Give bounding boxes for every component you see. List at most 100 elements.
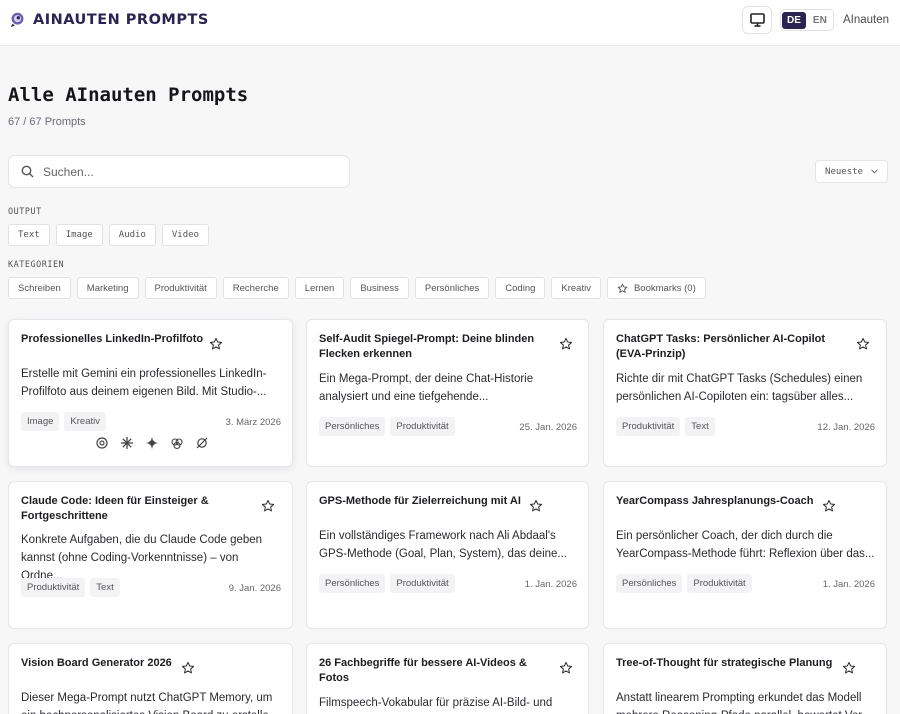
filter-output-video[interactable]: Video xyxy=(161,224,209,246)
prompt-card[interactable]: Claude Code: Ideen für Einsteiger & Fort… xyxy=(8,481,293,629)
filter-output-text[interactable]: Text xyxy=(8,224,50,246)
search-input[interactable] xyxy=(43,164,323,179)
card-description: Dieser Mega-Prompt nutzt ChatGPT Memory,… xyxy=(21,692,278,714)
top-bar: AINAUTEN PROMPTS DE EN AInauten xyxy=(0,0,900,46)
sort-label: Neueste xyxy=(825,166,863,177)
card-tag: Text xyxy=(90,578,120,597)
language-switch: DE EN xyxy=(780,9,834,31)
brand-title: AINAUTEN PROMPTS xyxy=(33,11,209,28)
card-description: Filmspeech-Vokabular für präzise AI-Bild… xyxy=(319,697,553,709)
card-title: Vision Board Generator 2026 xyxy=(21,657,172,669)
model-icons xyxy=(95,436,209,450)
filter-output-audio[interactable]: Audio xyxy=(108,224,156,246)
card-title: 26 Fachbegriffe für bessere AI-Videos & … xyxy=(319,657,527,684)
bookmark-star-icon[interactable] xyxy=(822,499,836,513)
sort-dropdown[interactable]: Neueste xyxy=(815,160,888,183)
card-title: Self-Audit Spiegel-Prompt: Deine blinden… xyxy=(319,333,535,360)
card-tag: Persönliches xyxy=(616,574,683,593)
card-title: ChatGPT Tasks: Persönlicher AI-Copilot (… xyxy=(616,333,826,360)
page-title: Alle AInauten Prompts xyxy=(8,84,249,106)
categories-label: KATEGORIEN xyxy=(8,260,65,270)
category-filter-row: Schreiben Marketing Produktivität Recher… xyxy=(8,277,706,299)
bookmark-star-icon[interactable] xyxy=(856,337,870,351)
prompt-card[interactable]: Professionelles LinkedIn-Profilfoto Erst… xyxy=(8,319,293,467)
card-tag: Produktivität xyxy=(21,578,86,597)
openai-icon xyxy=(95,436,109,450)
card-date: 12. Jan. 2026 xyxy=(817,422,875,433)
card-tag: Produktivität xyxy=(687,574,752,593)
card-tags: Produktivität Text xyxy=(21,578,120,597)
gemini-icon xyxy=(145,436,159,450)
card-tags: Persönliches Produktivität xyxy=(319,574,455,593)
card-description: Ein persönlicher Coach, der dich durch d… xyxy=(616,530,875,560)
filter-category-recherche[interactable]: Recherche xyxy=(222,277,289,299)
card-date: 3. März 2026 xyxy=(225,417,281,428)
bookmark-star-icon[interactable] xyxy=(529,499,543,513)
filter-category-lernen[interactable]: Lernen xyxy=(294,277,345,299)
bookmark-star-icon[interactable] xyxy=(209,337,223,351)
monitor-icon xyxy=(749,13,765,27)
brand-link[interactable]: AINAUTEN PROMPTS xyxy=(9,11,209,28)
chevron-down-icon xyxy=(871,169,878,174)
card-tag: Text xyxy=(685,417,715,436)
bookmarks-label: Bookmarks (0) xyxy=(633,282,696,294)
perplexity-icon xyxy=(170,436,184,450)
prompt-card[interactable]: ChatGPT Tasks: Persönlicher AI-Copilot (… xyxy=(603,319,887,467)
card-tag: Persönliches xyxy=(319,417,386,436)
card-description: Ein vollständiges Framework nach Ali Abd… xyxy=(319,530,568,560)
card-description: Erstelle mit Gemini ein professionelles … xyxy=(21,368,267,398)
bookmark-star-icon[interactable] xyxy=(559,661,573,675)
filter-category-persoenliches[interactable]: Persönliches xyxy=(414,277,490,299)
logo-icon xyxy=(10,12,24,28)
card-title: Tree-of-Thought für strategische Planung xyxy=(616,657,833,669)
card-date: 1. Jan. 2026 xyxy=(524,579,577,590)
card-description: Anstatt linearem Prompting erkundet das … xyxy=(616,692,871,714)
search-box xyxy=(8,155,350,188)
prompt-card[interactable]: Tree-of-Thought für strategische Planung… xyxy=(603,643,887,714)
card-tag: Image xyxy=(21,412,60,431)
card-title: YearCompass Jahresplanungs-Coach xyxy=(616,495,814,507)
card-tag: Kreativ xyxy=(64,412,106,431)
card-tags: Produktivität Text xyxy=(616,417,715,436)
card-title: GPS-Methode für Zielerreichung mit AI xyxy=(319,495,521,507)
card-date: 9. Jan. 2026 xyxy=(228,583,281,594)
card-tag: Produktivität xyxy=(616,417,681,436)
card-date: 1. Jan. 2026 xyxy=(822,579,875,590)
filter-category-coding[interactable]: Coding xyxy=(495,277,546,299)
prompt-card[interactable]: Self-Audit Spiegel-Prompt: Deine blinden… xyxy=(306,319,589,467)
filter-category-business[interactable]: Business xyxy=(350,277,409,299)
prompt-count: 67 / 67 Prompts xyxy=(8,116,86,128)
prompt-card[interactable]: GPS-Methode für Zielerreichung mit AI Ei… xyxy=(306,481,589,629)
user-menu[interactable]: AInauten xyxy=(843,14,889,26)
output-filter-row: Text Image Audio Video xyxy=(8,224,209,246)
filter-category-kreativ[interactable]: Kreativ xyxy=(551,277,601,299)
display-mode-button[interactable] xyxy=(742,6,772,34)
bookmark-star-icon[interactable] xyxy=(559,337,573,351)
search-icon xyxy=(21,165,34,178)
card-description: Konkrete Aufgaben, die du Claude Code ge… xyxy=(21,534,263,582)
card-description: Richte dir mit ChatGPT Tasks (Schedules)… xyxy=(616,373,863,403)
card-tag: Persönliches xyxy=(319,574,386,593)
prompt-card[interactable]: 26 Fachbegriffe für bessere AI-Videos & … xyxy=(306,643,589,714)
bookmark-star-icon[interactable] xyxy=(842,661,856,675)
lang-de-button[interactable]: DE xyxy=(782,11,806,29)
output-label: OUTPUT xyxy=(8,207,42,217)
filter-bookmarks[interactable]: Bookmarks (0) xyxy=(606,277,706,299)
card-tags: Persönliches Produktivität xyxy=(319,417,455,436)
bookmark-star-icon[interactable] xyxy=(181,661,195,675)
bookmark-star-icon[interactable] xyxy=(261,499,275,513)
card-tag: Produktivität xyxy=(390,574,455,593)
filter-category-schreiben[interactable]: Schreiben xyxy=(8,277,71,299)
filter-category-produktivitaet[interactable]: Produktivität xyxy=(144,277,217,299)
prompt-card[interactable]: Vision Board Generator 2026 Dieser Mega-… xyxy=(8,643,293,714)
grok-icon xyxy=(195,436,209,450)
card-date: 25. Jan. 2026 xyxy=(519,422,577,433)
filter-category-marketing[interactable]: Marketing xyxy=(76,277,139,299)
lang-en-button[interactable]: EN xyxy=(808,12,832,29)
card-title: Claude Code: Ideen für Einsteiger & Fort… xyxy=(21,495,209,522)
star-icon xyxy=(617,283,628,293)
card-tag: Produktivität xyxy=(390,417,455,436)
card-tags: Persönliches Produktivität xyxy=(616,574,752,593)
filter-output-image[interactable]: Image xyxy=(55,224,103,246)
prompt-card[interactable]: YearCompass Jahresplanungs-Coach Ein per… xyxy=(603,481,887,629)
